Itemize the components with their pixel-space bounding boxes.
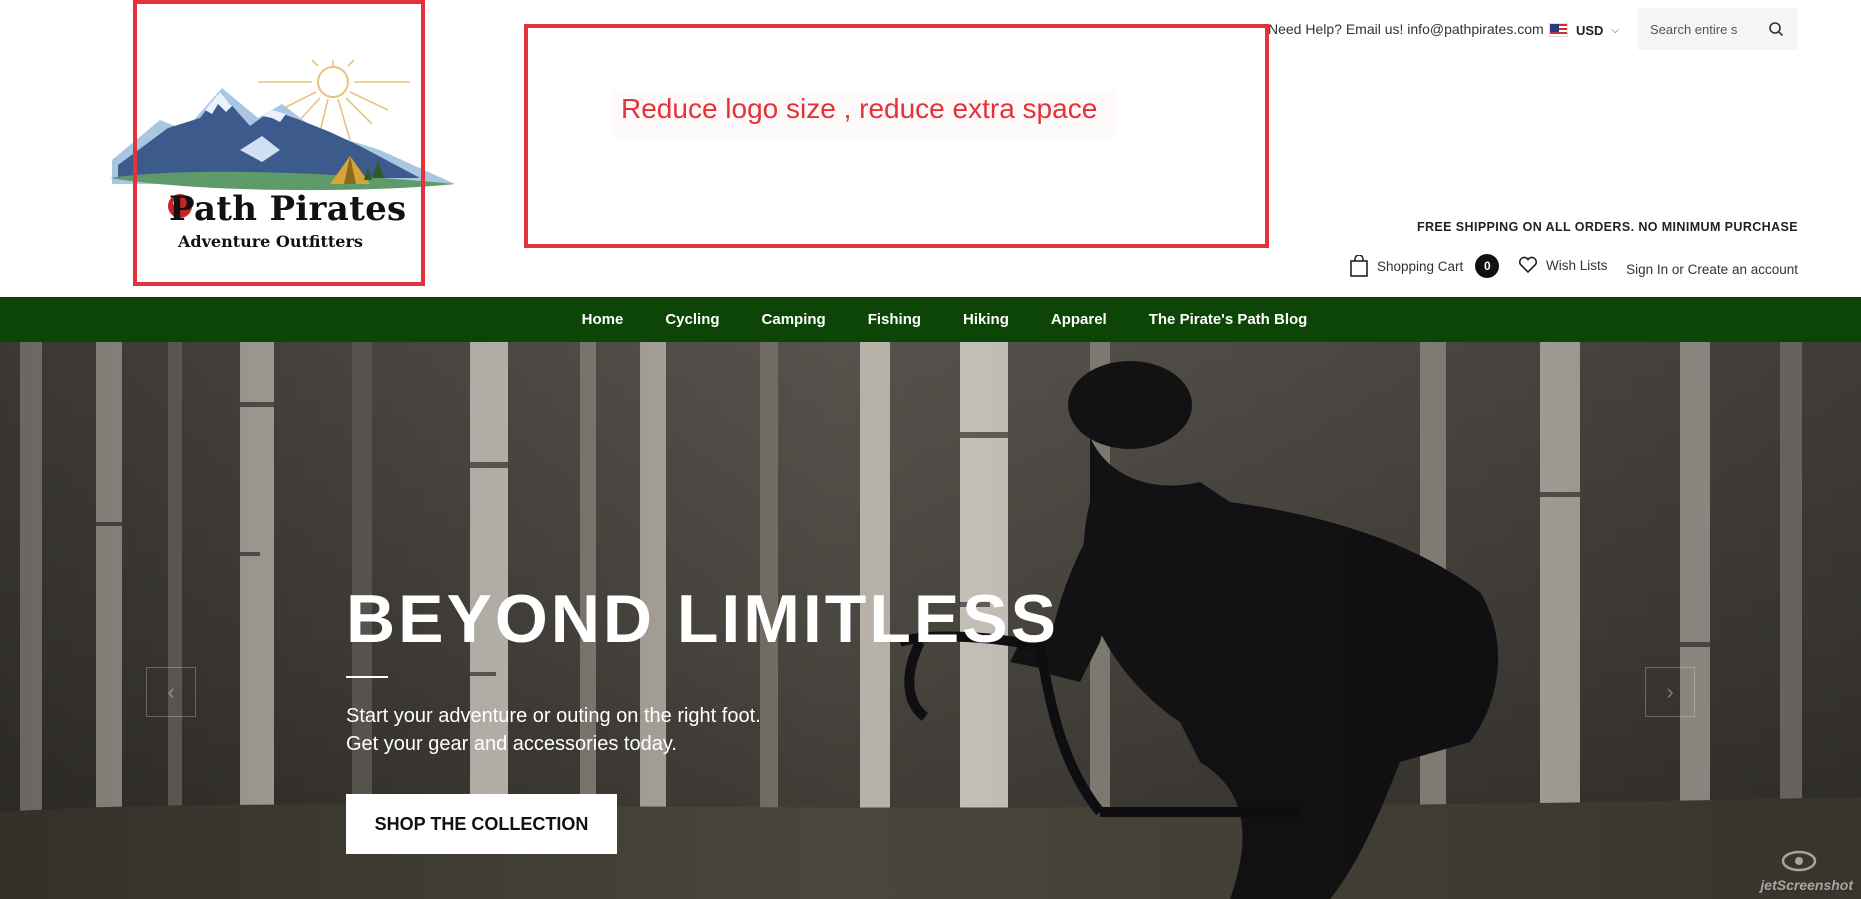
carousel-next-button[interactable]: › [1645, 667, 1695, 717]
nav-item-home[interactable]: Home [582, 311, 624, 328]
chevron-right-icon: › [1666, 679, 1674, 704]
hero-divider [346, 676, 388, 678]
shop-collection-button[interactable]: SHOP THE COLLECTION [346, 794, 617, 854]
annotation-note: Reduce logo size , reduce extra space [612, 90, 1116, 138]
account-or-text: or [1671, 262, 1684, 277]
hero-title: BEYOND LIMITLESS [346, 581, 1059, 657]
shopping-bag-icon [1350, 255, 1368, 277]
account-links: Sign In or Create an account [1626, 262, 1798, 277]
cart-count-badge: 0 [1475, 254, 1500, 278]
nav-item-camping[interactable]: Camping [762, 311, 826, 328]
nav-item-cycling[interactable]: Cycling [665, 311, 719, 328]
nav-item-blog[interactable]: The Pirate's Path Blog [1149, 311, 1308, 328]
search-icon[interactable] [1768, 21, 1784, 37]
help-contact-text[interactable]: Need Help? Email us! info@pathpirates.co… [1268, 21, 1544, 37]
nav-item-apparel[interactable]: Apparel [1051, 311, 1107, 328]
hero-banner: BEYOND LIMITLESS Start your adventure or… [0, 342, 1861, 899]
chevron-left-icon: ‹ [167, 679, 175, 704]
heart-icon [1518, 256, 1538, 274]
wish-lists-label: Wish Lists [1546, 257, 1608, 273]
hero-subtitle-line1: Start your adventure or outing on the ri… [346, 705, 761, 727]
nav-item-hiking[interactable]: Hiking [963, 311, 1009, 328]
carousel-prev-button[interactable]: ‹ [146, 667, 196, 717]
chevron-down-icon: ⌵ [1611, 24, 1620, 36]
currency-selector[interactable]: USD ⌵ [1549, 19, 1619, 41]
us-flag-icon [1549, 23, 1568, 37]
nav-item-fishing[interactable]: Fishing [868, 311, 921, 328]
watermark-eye-icon [1781, 850, 1817, 872]
wish-lists-link[interactable]: Wish Lists [1518, 256, 1608, 274]
currency-label: USD [1576, 22, 1604, 38]
site-header: Path Pirates Adventure Outfitters Reduce… [0, 0, 1861, 297]
hero-subtitle-line2: Get your gear and accessories today. [346, 733, 677, 755]
search-input[interactable] [1650, 21, 1750, 37]
annotation-logo-box [133, 0, 425, 286]
page: Path Pirates Adventure Outfitters Reduce… [0, 0, 1861, 899]
search-box[interactable] [1638, 8, 1798, 50]
sign-in-link[interactable]: Sign In [1626, 262, 1668, 277]
main-nav: Home Cycling Camping Fishing Hiking Appa… [0, 297, 1861, 342]
shopping-cart-link[interactable]: Shopping Cart 0 [1349, 254, 1500, 278]
create-account-link[interactable]: Create an account [1688, 262, 1798, 277]
shipping-banner: FREE SHIPPING ON ALL ORDERS. NO MINIMUM … [1416, 220, 1798, 234]
watermark-text: jetScreenshot [1760, 877, 1853, 893]
cart-label: Shopping Cart [1377, 258, 1464, 274]
